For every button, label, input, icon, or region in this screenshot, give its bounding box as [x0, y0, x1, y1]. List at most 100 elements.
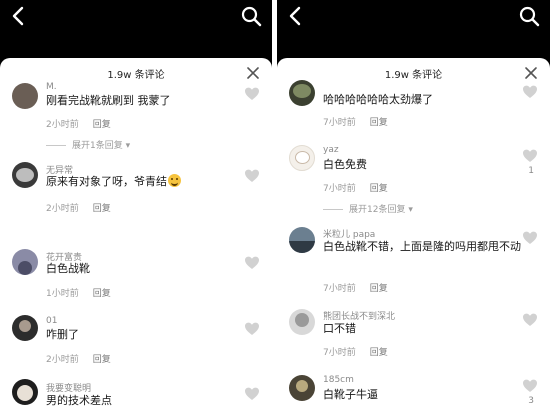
expand-replies-button[interactable]: 展开12条回复 ▾: [323, 202, 413, 215]
comment-time: 7小时前: [323, 348, 356, 358]
heart-icon[interactable]: [522, 148, 538, 164]
comment-meta: 2小时前 回复: [46, 352, 111, 365]
comment-text: 白靴子牛逼: [323, 388, 378, 401]
comment-text: 咋删了: [46, 328, 79, 341]
heart-icon[interactable]: [522, 312, 538, 328]
comment-meta: 7小时前 回复: [323, 345, 388, 358]
comment-time: 1小时前: [46, 289, 79, 299]
comment-text: 口不错: [323, 322, 356, 335]
avatar[interactable]: [12, 379, 38, 405]
comment-text: 原来有对象了呀，爷青结: [46, 174, 232, 190]
search-icon[interactable]: [518, 5, 540, 27]
comment-meta: 7小时前 回复: [323, 181, 388, 194]
comment-username[interactable]: 185cm: [323, 375, 354, 385]
avatar[interactable]: [289, 145, 315, 171]
comment-username[interactable]: M.: [46, 82, 57, 92]
comment-username[interactable]: 01: [46, 316, 57, 326]
comment-item: 熊团长战不到深北 口不错 7小时前 回复: [277, 306, 550, 366]
comment-item: M. 刚看完战靴就刷到 我蒙了 2小时前 回复 展开1条回复 ▾: [0, 78, 272, 158]
comment-sheet: 1.9w 条评论 M. 刚看完战靴就刷到 我蒙了 2小时前 回复 展开1条回复 ▾: [0, 58, 272, 411]
comment-item: 哈哈哈哈哈哈太劲爆了 7小时前 回复: [277, 80, 550, 130]
comment-item: 我要变聪明 男的技术差点: [0, 376, 272, 411]
reply-button[interactable]: 回复: [93, 120, 111, 130]
comment-item: yaz 白色免费 7小时前 回复 展开12条回复 ▾ 1: [277, 142, 550, 218]
comment-username[interactable]: yaz: [323, 145, 339, 155]
comment-text: 男的技术差点: [46, 394, 112, 407]
comment-meta: 7小时前 回复: [323, 281, 388, 294]
divider: [46, 145, 66, 146]
comment-time: 7小时前: [323, 184, 356, 194]
comment-item: 185cm 白靴子牛逼 3: [277, 372, 550, 411]
comment-text: 哈哈哈哈哈哈太劲爆了: [323, 93, 433, 106]
comment-item: 01 咋删了 2小时前 回复: [0, 312, 272, 372]
heart-icon[interactable]: [244, 86, 260, 102]
comment-time: 2小时前: [46, 204, 79, 214]
comment-item: 花开富贵 白色战靴 1小时前 回复: [0, 246, 272, 306]
heart-icon[interactable]: [244, 386, 260, 402]
comment-count-title: 1.9w 条评论: [384, 70, 443, 81]
comment-meta: 7小时前 回复: [323, 115, 388, 128]
avatar[interactable]: [12, 162, 38, 188]
avatar-image: [295, 313, 309, 327]
heart-icon[interactable]: [244, 321, 260, 337]
comment-meta: 1小时前 回复: [46, 286, 111, 299]
divider: [323, 209, 343, 210]
avatar[interactable]: [289, 375, 315, 401]
heart-icon[interactable]: [522, 84, 538, 100]
reply-button[interactable]: 回复: [93, 355, 111, 365]
chevron-down-icon: ▾: [405, 205, 413, 215]
avatar-image: [18, 261, 32, 275]
comment-meta: 2小时前 回复: [46, 201, 111, 214]
comment-time: 7小时前: [323, 118, 356, 128]
expand-replies-label: 展开1条回复: [72, 141, 123, 151]
chevron-left-icon[interactable]: [8, 5, 30, 27]
avatar-image: [296, 380, 308, 392]
video-top-bar: [0, 0, 272, 56]
avatar[interactable]: [12, 249, 38, 275]
video-top-bar: [277, 0, 550, 56]
reply-button[interactable]: 回复: [370, 284, 388, 294]
comment-time: 2小时前: [46, 355, 79, 365]
avatar-image: [17, 385, 33, 401]
avatar[interactable]: [289, 80, 315, 106]
comment-time: 2小时前: [46, 120, 79, 130]
reply-button[interactable]: 回复: [370, 348, 388, 358]
expand-replies-button[interactable]: 展开1条回复 ▾: [46, 138, 130, 151]
comment-text: 白色免费: [323, 158, 367, 171]
expand-replies-label: 展开12条回复: [349, 205, 406, 215]
avatar[interactable]: [289, 309, 315, 335]
comment-text: 白色战靴不错，上面是隆的吗用都甩不动: [323, 240, 521, 253]
comment-sheet: 1.9w 条评论 哈哈哈哈哈哈太劲爆了 7小时前 回复 yaz 白色免费 7小时…: [277, 58, 550, 411]
like-count: 3: [528, 396, 534, 406]
avatar[interactable]: [289, 227, 315, 253]
reply-button[interactable]: 回复: [93, 204, 111, 214]
comment-item: 米粒儿 papa 白色战靴不错，上面是隆的吗用都甩不动 7小时前 回复: [277, 224, 550, 300]
avatar-image: [19, 320, 31, 332]
chevron-left-icon[interactable]: [285, 5, 307, 27]
left-screen: 1.9w 条评论 M. 刚看完战靴就刷到 我蒙了 2小时前 回复 展开1条回复 ▾: [0, 0, 272, 411]
reply-button[interactable]: 回复: [370, 118, 388, 128]
avatar[interactable]: [12, 83, 38, 109]
avatar-image: [289, 241, 315, 253]
comment-text-content: 原来有对象了呀，爷青结: [46, 175, 167, 188]
comment-item: 无异常 原来有对象了呀，爷青结 2小时前 回复: [0, 158, 272, 218]
close-icon[interactable]: [524, 66, 538, 80]
emoji-icon: [168, 174, 181, 187]
heart-icon[interactable]: [522, 378, 538, 394]
reply-button[interactable]: 回复: [370, 184, 388, 194]
like-count: 1: [528, 166, 534, 176]
right-screen: 1.9w 条评论 哈哈哈哈哈哈太劲爆了 7小时前 回复 yaz 白色免费 7小时…: [277, 0, 550, 411]
avatar-image: [16, 168, 34, 182]
comment-time: 7小时前: [323, 284, 356, 294]
chevron-down-icon: ▾: [122, 141, 131, 151]
avatar[interactable]: [12, 315, 38, 341]
heart-icon[interactable]: [522, 230, 538, 246]
heart-icon[interactable]: [244, 168, 260, 184]
comment-meta: 2小时前 回复: [46, 117, 111, 130]
comment-text: 白色战靴: [46, 262, 90, 275]
comment-text: 刚看完战靴就刷到 我蒙了: [46, 94, 171, 107]
reply-button[interactable]: 回复: [93, 289, 111, 299]
search-icon[interactable]: [240, 5, 262, 27]
avatar-image: [293, 84, 311, 98]
heart-icon[interactable]: [244, 255, 260, 271]
